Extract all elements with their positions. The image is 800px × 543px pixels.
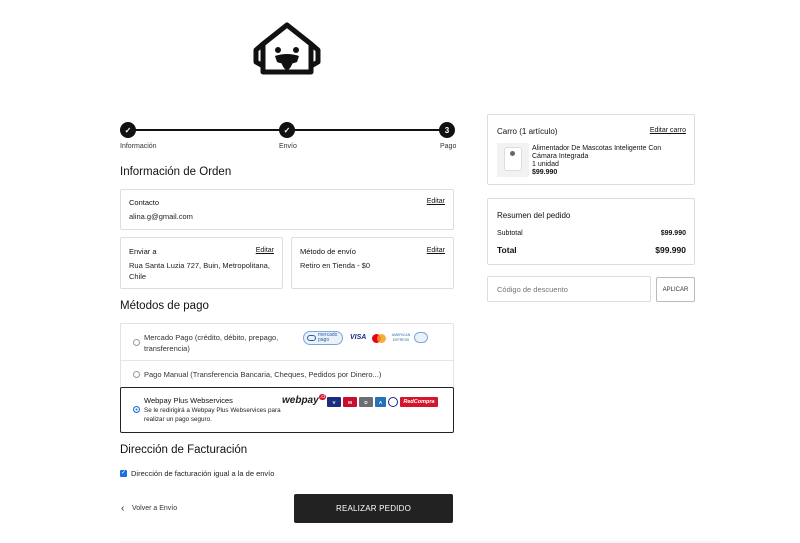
radio-mercadopago[interactable]: [133, 339, 140, 346]
payment-title: Métodos de pago: [120, 300, 209, 312]
subtotal-label: Subtotal: [497, 230, 523, 237]
contact-edit-link[interactable]: Editar: [427, 198, 445, 205]
apply-discount-button[interactable]: APLICAR: [656, 277, 695, 302]
contact-label: Contacto: [129, 198, 160, 207]
billing-same-label[interactable]: Dirección de facturación igual a la de e…: [131, 468, 274, 479]
cart-item-qty: 1 unidad: [532, 161, 559, 168]
mercadopago-logo-icon: mercado pago: [303, 331, 343, 345]
subtotal-value: $99.990: [660, 230, 686, 237]
back-to-shipping-link[interactable]: Volver a Envío: [132, 503, 177, 514]
order-info-title: Información de Orden: [120, 166, 232, 178]
webpay-label: Webpay Plus Webservices: [144, 396, 233, 405]
step-3-number: 3: [439, 122, 455, 138]
place-order-button[interactable]: REALIZAR PEDIDO: [294, 494, 453, 523]
manual-label: Pago Manual (Transferencia Bancaria, Che…: [144, 370, 382, 379]
chevron-left-icon[interactable]: ‹: [121, 503, 124, 514]
contact-value: alina.g@gmail.com: [129, 212, 193, 221]
step-2-check-icon: ✓: [279, 122, 295, 138]
webpay-logos: webpay .cl V M D A RedCompra: [282, 394, 442, 409]
mastercard-icon: [372, 334, 386, 343]
amex-icon: AMERICAN EXPRESS: [391, 333, 411, 342]
card-mastercard-icon: M: [343, 397, 357, 407]
card-visa-icon: V: [327, 397, 341, 407]
product-image: [497, 143, 529, 177]
ship-method-edit-link[interactable]: Editar: [427, 247, 445, 254]
card-diners-icon: D: [359, 397, 373, 407]
webpay-suffix: .cl: [319, 394, 326, 400]
ship-method-label: Método de envío: [300, 247, 356, 256]
step-2-label[interactable]: Envío: [279, 143, 297, 150]
dog-logo-icon: [253, 22, 321, 75]
payment-option-webpay[interactable]: Webpay Plus Webservices Se le redirigirá…: [120, 387, 454, 433]
summary-title: Resumen del pedido: [497, 211, 571, 220]
mercadopago-label: Mercado Pago (crédito, débito, prepago, …: [144, 333, 279, 353]
payment-option-mercadopago[interactable]: Mercado Pago (crédito, débito, prepago, …: [121, 324, 453, 361]
step-3-label: Pago: [440, 143, 457, 150]
order-summary-box: Resumen del pedido Subtotal $99.990 Tota…: [487, 198, 695, 265]
radio-manual[interactable]: [133, 371, 140, 378]
webpay-description: Se le redirigirá a Webpay Plus Webservic…: [144, 407, 281, 423]
cart-title: Carro (1 artículo): [497, 127, 558, 136]
redcompra-icon: RedCompra: [400, 397, 438, 407]
ship-to-label: Enviar a: [129, 247, 157, 256]
ship-method-box: Método de envío Editar Retiro en Tienda …: [291, 237, 454, 289]
cart-item-price: $99.990: [532, 169, 558, 176]
total-label: Total: [497, 245, 517, 255]
ship-to-box: Enviar a Editar Rua Santa Luzia 727, Bui…: [120, 237, 283, 289]
ship-to-edit-link[interactable]: Editar: [256, 247, 274, 254]
card-magna-icon: [388, 397, 398, 407]
ship-method-value: Retiro en Tienda - $0: [300, 261, 371, 270]
payment-options: Mercado Pago (crédito, débito, prepago, …: [120, 323, 454, 433]
card-amex-icon: A: [375, 397, 386, 407]
discount-code-input[interactable]: [487, 276, 651, 302]
page-bottom-shadow: [120, 538, 720, 543]
visa-icon: VISA: [350, 334, 367, 341]
ship-to-value: Rua Santa Luzia 727, Buin, Metropolitana…: [129, 261, 270, 281]
contact-box: Contacto Editar alina.g@gmail.com: [120, 189, 454, 230]
payment-option-manual[interactable]: Pago Manual (Transferencia Bancaria, Che…: [121, 361, 453, 388]
total-value: $99.990: [655, 245, 686, 255]
wallet-icon: [414, 332, 428, 343]
cart-box: Carro (1 artículo) Editar carro Alimenta…: [487, 114, 695, 185]
radio-webpay[interactable]: [133, 406, 140, 413]
webpay-logo-icon: webpay: [282, 395, 319, 406]
cart-item-name: Alimentador De Mascotas Inteligente Con …: [532, 145, 662, 160]
step-1-label[interactable]: Información: [120, 143, 157, 150]
billing-title: Dirección de Facturación: [120, 444, 248, 456]
step-1-check-icon: ✓: [120, 122, 136, 138]
billing-same-checkbox[interactable]: ✓: [120, 470, 127, 477]
edit-cart-link[interactable]: Editar carro: [650, 127, 686, 134]
